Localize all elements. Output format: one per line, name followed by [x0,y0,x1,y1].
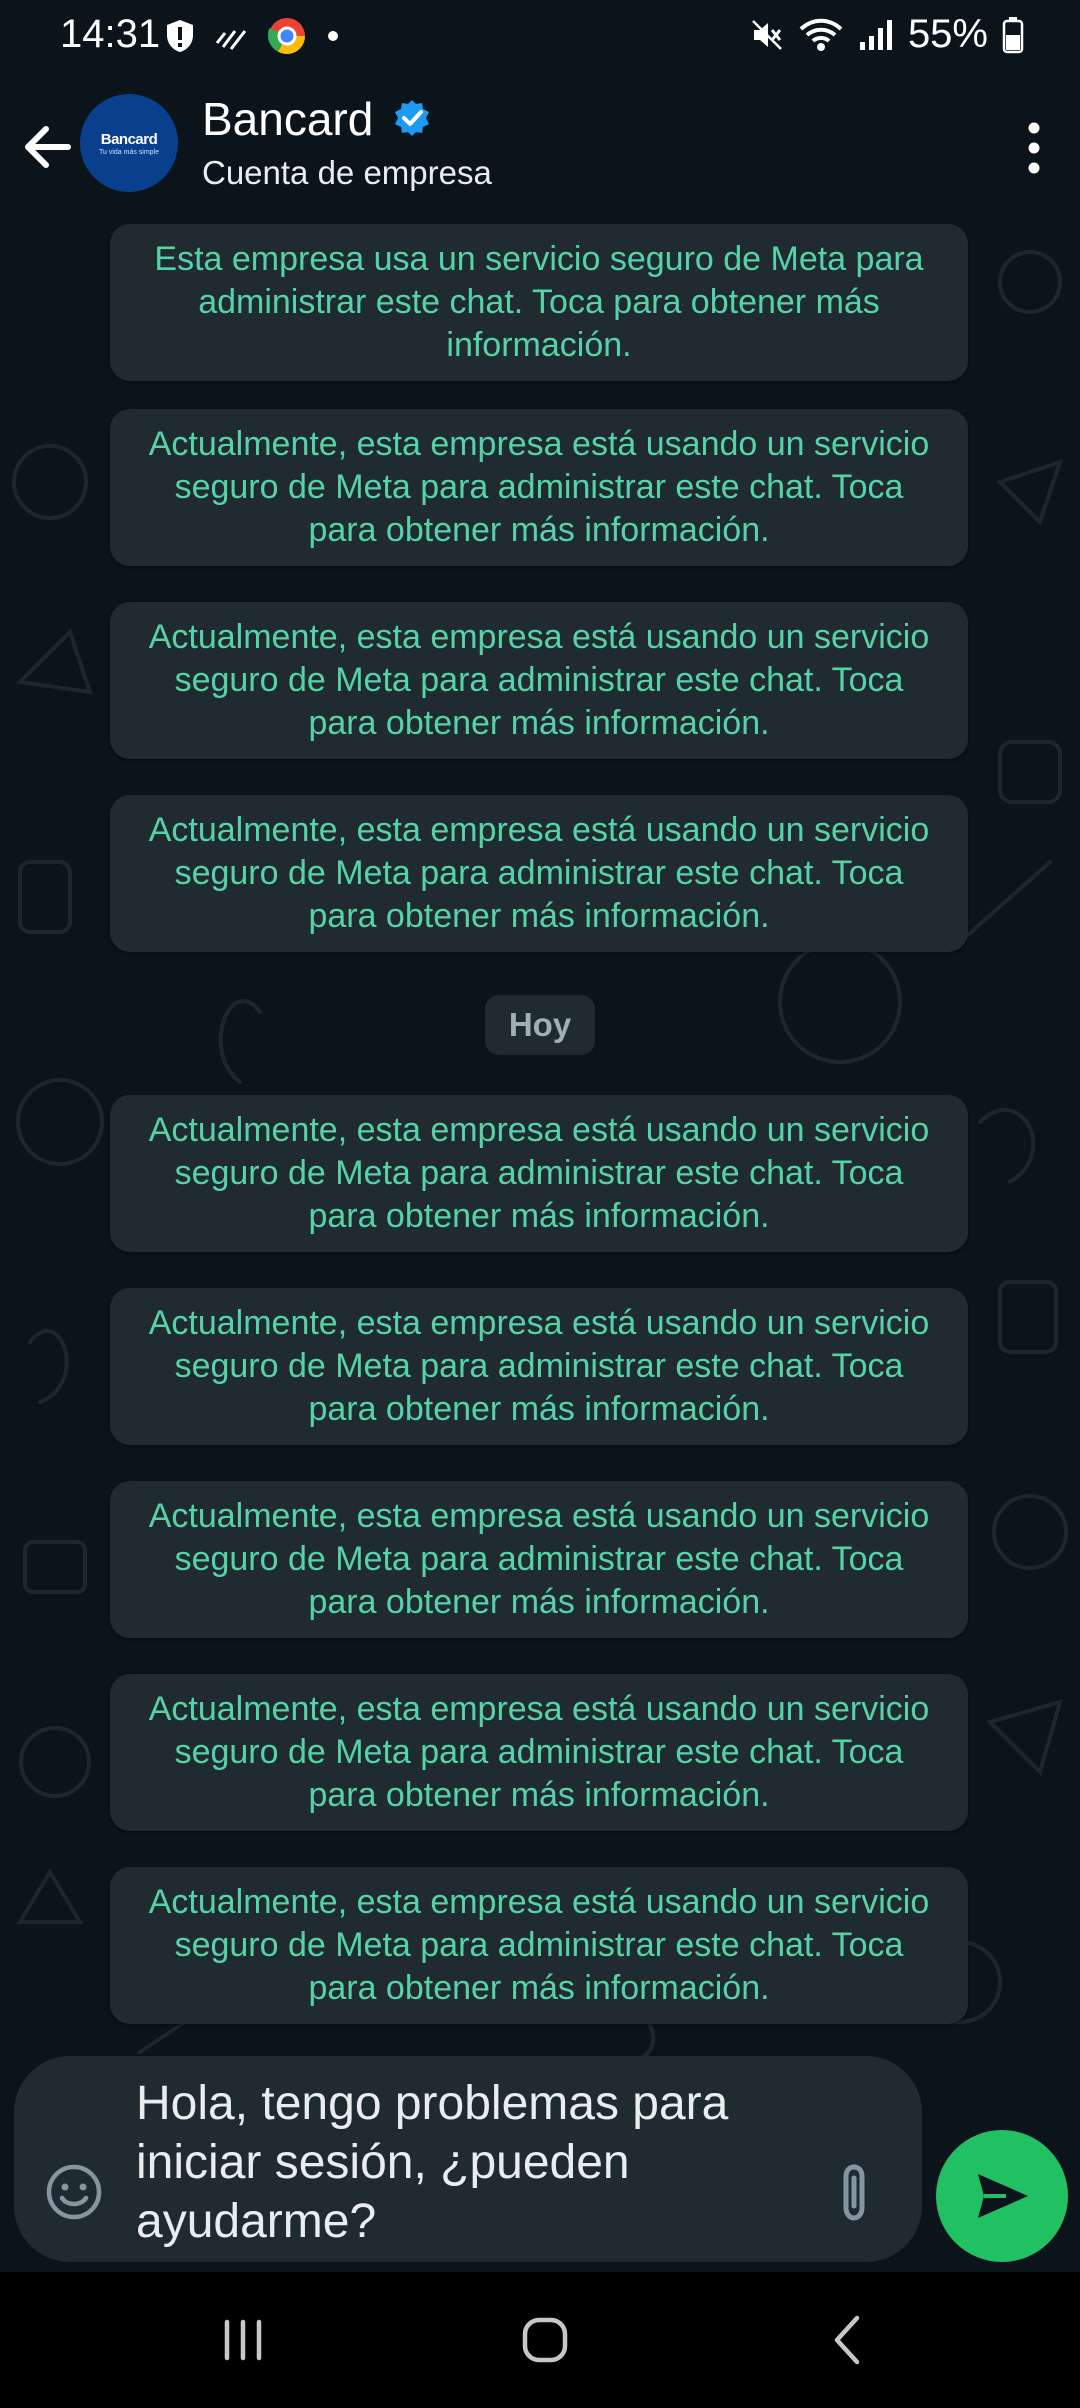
message-input[interactable]: Hola, tengo problemas para iniciar sesió… [136,2074,816,2251]
chat-area[interactable]: Esta empresa usa un servicio seguro de M… [0,222,1080,2072]
back-nav-button[interactable] [812,2310,882,2370]
contact-name[interactable]: Bancard [202,92,373,146]
business-notice-bubble[interactable]: Actualmente, esta empresa está usando un… [110,1674,968,1831]
business-notice-bubble[interactable]: Actualmente, esta empresa está usando un… [110,1095,968,1252]
message-composer[interactable]: Hola, tengo problemas para iniciar sesió… [14,2056,922,2262]
attach-button[interactable] [828,2160,884,2228]
recent-apps-icon [224,2319,262,2361]
emoji-button[interactable] [44,2162,104,2222]
notice-text: Actualmente, esta empresa está usando un… [148,1111,930,1235]
business-notice-bubble[interactable]: Actualmente, esta empresa está usando un… [110,1481,968,1638]
back-button[interactable] [20,112,76,182]
notice-text: Actualmente, esta empresa está usando un… [148,1497,930,1621]
business-notice-bubble[interactable]: Actualmente, esta empresa está usando un… [110,1867,968,2024]
day-separator: Hoy [485,995,595,1055]
paperclip-icon [843,2164,865,2221]
mute-icon [752,19,782,50]
verified-badge-icon [395,100,429,136]
business-notice-bubble[interactable]: Esta empresa usa un servicio seguro de M… [110,224,968,381]
business-notice-bubble[interactable]: Actualmente, esta empresa está usando un… [110,1288,968,1445]
wifi-icon [799,18,843,51]
avatar-brand-logo: Bancard [100,130,158,148]
notice-text: Actualmente, esta empresa está usando un… [148,1690,930,1814]
notice-text: Actualmente, esta empresa está usando un… [148,1883,930,2007]
contact-avatar[interactable]: Bancard Tu vida más simple [80,94,178,192]
battery-icon [1002,16,1024,53]
home-button[interactable] [510,2310,580,2370]
business-notice-bubble[interactable]: Actualmente, esta empresa está usando un… [110,602,968,759]
contact-subtitle: Cuenta de empresa [202,154,492,191]
chrome-app-icon [267,18,305,55]
signal-activity-icon [215,30,247,50]
back-chevron-icon [834,2315,860,2365]
status-system-icons: 55% [750,12,1024,57]
business-notice-bubble[interactable]: Actualmente, esta empresa está usando un… [110,409,968,566]
status-notification-icons [165,16,339,56]
chat-header: Bancard Tu vida más simple Bancard Cuent… [0,76,1080,222]
emoji-icon [46,2164,102,2220]
arrow-left-icon [25,126,71,168]
send-icon [978,2174,1028,2218]
business-notice-bubble[interactable]: Actualmente, esta empresa está usando un… [110,795,968,952]
notification-dot-icon [328,31,338,41]
more-options-button[interactable] [1016,118,1052,178]
system-navigation-bar [0,2272,1080,2408]
send-button[interactable] [936,2130,1068,2262]
status-time: 14:31 [60,12,161,56]
cell-signal-icon [859,19,892,50]
notice-text: Actualmente, esta empresa está usando un… [148,618,930,742]
notice-text: Esta empresa usa un servicio seguro de M… [154,240,924,364]
avatar-tagline: Tu vida más simple [98,148,160,156]
battery-level: 55% [907,12,988,56]
notice-text: Actualmente, esta empresa está usando un… [148,811,930,935]
notice-text: Actualmente, esta empresa está usando un… [148,425,930,549]
shield-alert-icon [167,20,193,52]
status-bar: 14:31 55% [0,0,1080,76]
more-vertical-icon [1028,122,1040,174]
recent-apps-button[interactable] [208,2310,278,2370]
notice-text: Actualmente, esta empresa está usando un… [148,1304,930,1428]
home-icon [522,2317,568,2363]
